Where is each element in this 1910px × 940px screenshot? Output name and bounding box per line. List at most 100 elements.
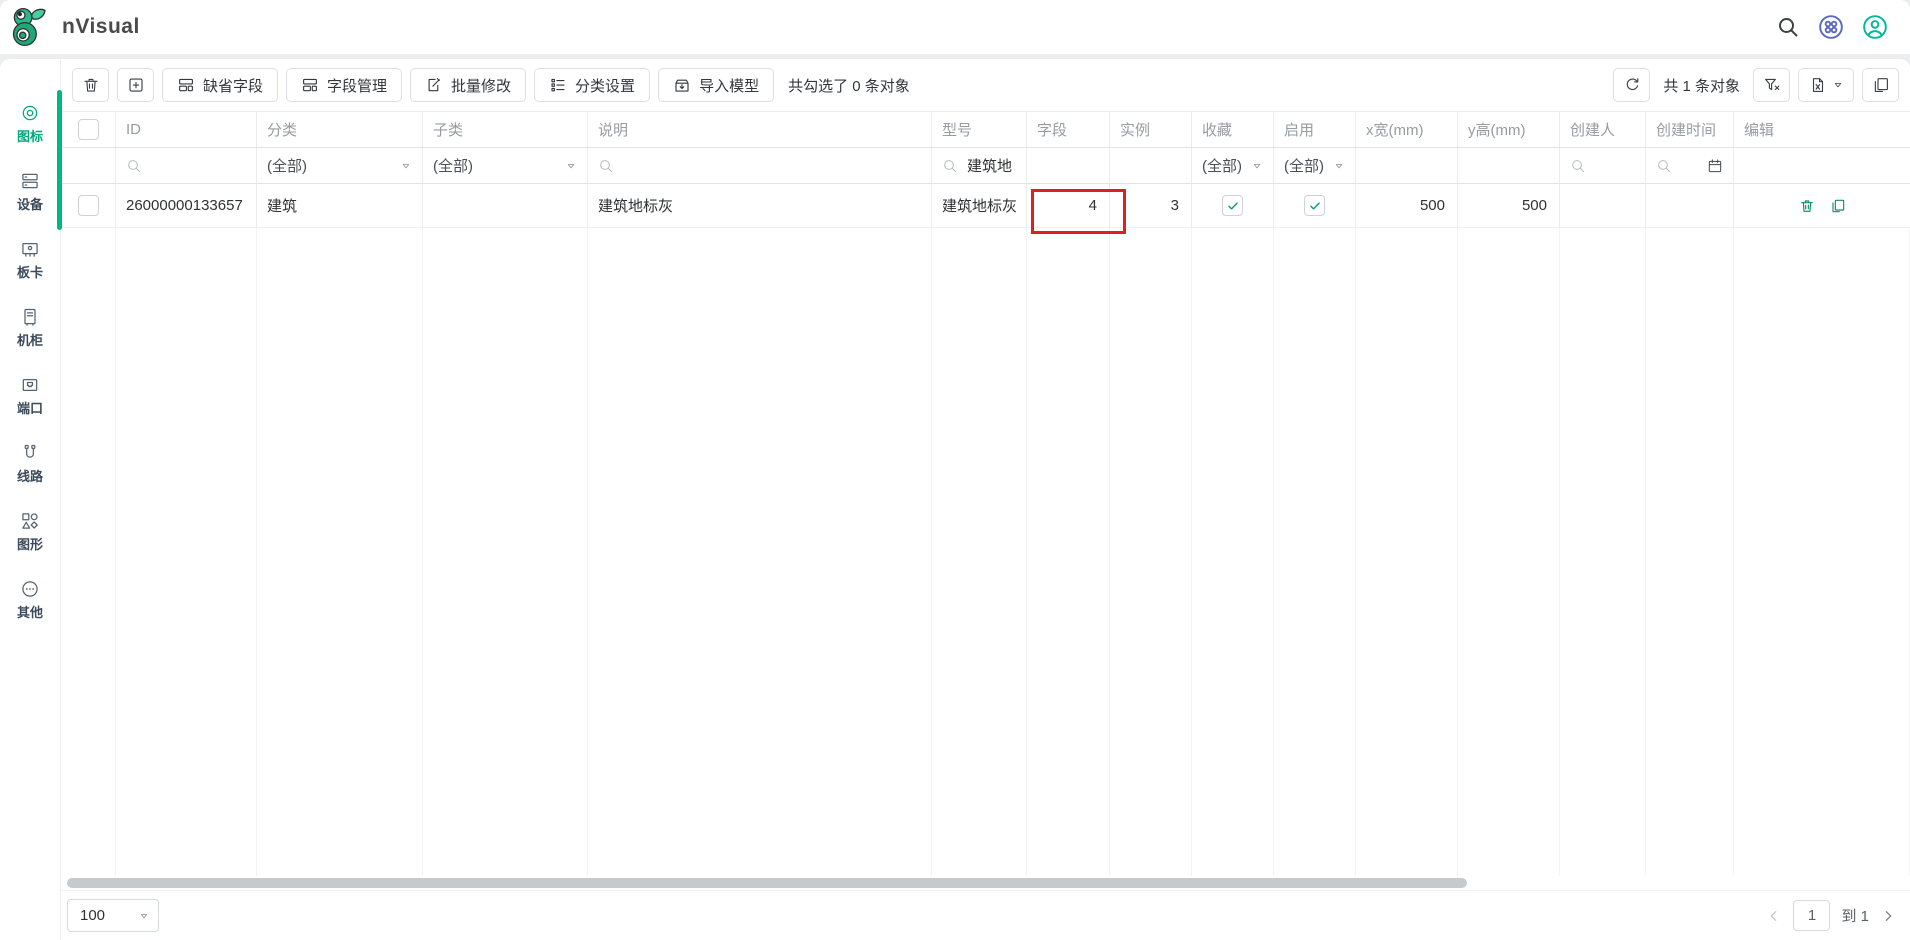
filter-description[interactable]: [588, 148, 932, 183]
filter-enabled[interactable]: (全部): [1274, 148, 1356, 183]
fields-icon: [301, 76, 319, 94]
trash-icon[interactable]: [1799, 198, 1815, 214]
user-icon[interactable]: [1862, 14, 1888, 40]
columns-icon: [1872, 76, 1890, 94]
col-enabled[interactable]: 启用: [1274, 112, 1356, 147]
selection-count-text: 共勾选了 0 条对象: [788, 77, 910, 95]
col-fields[interactable]: 字段: [1027, 112, 1110, 147]
col-creator[interactable]: 创建人: [1560, 112, 1646, 147]
page-size-select[interactable]: 100: [67, 899, 159, 932]
caret-down-icon: [1832, 79, 1844, 91]
cabinet-icon: [20, 307, 40, 327]
favorite-checkbox[interactable]: [1222, 195, 1243, 216]
cell-subclass: [423, 184, 588, 227]
caret-down-icon: [1333, 160, 1345, 172]
field-manage-button[interactable]: 字段管理: [286, 68, 403, 102]
server-icon: [20, 171, 40, 191]
category-settings-button[interactable]: 分类设置: [534, 68, 651, 102]
search-icon: [126, 158, 142, 174]
filter-clear-button[interactable]: [1753, 68, 1790, 102]
trash-icon: [82, 76, 100, 94]
sidebar-item-cables[interactable]: 线路: [17, 443, 43, 484]
columns-button[interactable]: [1862, 68, 1899, 102]
active-nav-indicator: [57, 90, 62, 230]
filter-id[interactable]: [116, 148, 257, 183]
cell-model: 建筑地标灰: [932, 184, 1027, 227]
col-favorite[interactable]: 收藏: [1192, 112, 1274, 147]
sidebar-item-boards[interactable]: 板卡: [17, 239, 43, 280]
search-icon: [942, 158, 958, 174]
col-edit[interactable]: 编辑: [1734, 112, 1910, 147]
filter-creator[interactable]: [1560, 148, 1646, 183]
search-icon: [598, 158, 614, 174]
excel-export-icon: [1809, 76, 1827, 94]
enabled-checkbox[interactable]: [1304, 195, 1325, 216]
table: ID 分类 子类 说明 型号 字段 实例 收藏 启用 x宽(mm) y高(mm)…: [61, 112, 1910, 876]
col-subclass[interactable]: 子类: [423, 112, 588, 147]
scrollbar-thumb[interactable]: [67, 878, 1467, 888]
total-count-text: 共 1 条对象: [1663, 77, 1740, 95]
filter-x-width[interactable]: [1356, 148, 1458, 183]
row-checkbox[interactable]: [77, 195, 99, 216]
cell-creator: [1560, 184, 1646, 227]
main-content: 缺省字段 字段管理 批量修改 分类设置 导入模型 共勾选了 0 条对象 共 1 …: [61, 59, 1910, 940]
cell-y-height: 500: [1458, 184, 1560, 227]
filter-fields[interactable]: [1027, 148, 1110, 183]
table-filter-row: (全部) (全部) 建筑地 (全部) (全部): [61, 148, 1910, 184]
col-instances[interactable]: 实例: [1110, 112, 1192, 147]
add-button[interactable]: [117, 68, 154, 102]
current-page-input[interactable]: 1: [1793, 900, 1831, 931]
select-all-checkbox[interactable]: [77, 119, 99, 140]
sidebar-item-shapes[interactable]: 图形: [17, 511, 43, 552]
chevron-right-icon[interactable]: [1880, 908, 1896, 924]
batch-edit-button[interactable]: 批量修改: [410, 68, 527, 102]
export-excel-button[interactable]: [1798, 68, 1854, 102]
sidebar-item-cabinets[interactable]: 机柜: [17, 307, 43, 348]
more-circle-icon: [20, 579, 40, 599]
col-x-width[interactable]: x宽(mm): [1356, 112, 1458, 147]
table-header-row: ID 分类 子类 说明 型号 字段 实例 收藏 启用 x宽(mm) y高(mm)…: [61, 112, 1910, 148]
apps-icon[interactable]: [1818, 14, 1844, 40]
filter-y-height[interactable]: [1458, 148, 1560, 183]
col-model[interactable]: 型号: [932, 112, 1027, 147]
caret-down-icon: [138, 910, 150, 922]
copy-icon[interactable]: [1830, 198, 1846, 214]
col-y-height[interactable]: y高(mm): [1458, 112, 1560, 147]
default-fields-button[interactable]: 缺省字段: [162, 68, 279, 102]
filter-category[interactable]: (全部): [257, 148, 423, 183]
caret-down-icon: [565, 160, 577, 172]
cable-icon: [20, 443, 40, 463]
import-model-button[interactable]: 导入模型: [658, 68, 775, 102]
filter-instances[interactable]: [1110, 148, 1192, 183]
sidebar-item-ports[interactable]: 端口: [17, 375, 43, 416]
table-row[interactable]: 26000000133657 建筑 建筑地标灰 建筑地标灰 4 3 500 50…: [61, 184, 1910, 228]
delete-button[interactable]: [72, 68, 109, 102]
search-icon: [1570, 158, 1586, 174]
col-category[interactable]: 分类: [257, 112, 423, 147]
horizontal-scrollbar: [61, 876, 1910, 890]
filter-edit: [1734, 148, 1910, 183]
top-bar: nVisual: [0, 0, 1910, 54]
filter-subclass[interactable]: (全部): [423, 148, 588, 183]
sidebar-item-devices[interactable]: 设备: [17, 171, 43, 212]
col-id[interactable]: ID: [116, 112, 257, 147]
plus-square-icon: [127, 76, 145, 94]
filter-model[interactable]: 建筑地: [932, 148, 1027, 183]
refresh-button[interactable]: [1613, 68, 1651, 102]
filter-created-time[interactable]: [1646, 148, 1734, 183]
filter-favorite[interactable]: (全部): [1192, 148, 1274, 183]
cell-fields[interactable]: 4: [1027, 184, 1110, 227]
col-description[interactable]: 说明: [588, 112, 932, 147]
calendar-icon[interactable]: [1707, 158, 1723, 174]
search-icon[interactable]: [1776, 15, 1800, 39]
cell-id: 26000000133657: [116, 184, 257, 227]
filter-model-value: 建筑地: [967, 158, 1013, 175]
pagination-bar: 100 1 到 1: [61, 890, 1910, 940]
check-icon: [1226, 199, 1240, 213]
shapes-icon: [20, 511, 40, 531]
sidebar-item-icons[interactable]: 图标: [17, 103, 43, 144]
col-created-time[interactable]: 创建时间: [1646, 112, 1734, 147]
table-empty-body: [61, 228, 1910, 876]
sidebar-item-others[interactable]: 其他: [17, 579, 43, 620]
chevron-left-icon[interactable]: [1766, 908, 1782, 924]
